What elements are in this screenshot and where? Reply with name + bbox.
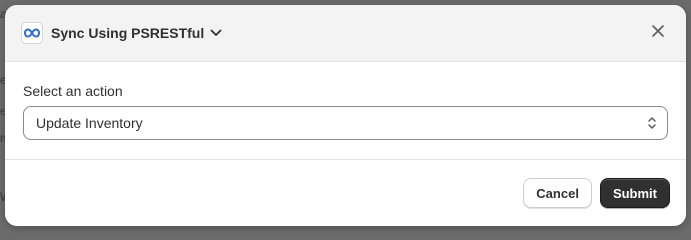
sync-modal: Sync Using PSRESTful Select an action Up… (5, 5, 686, 226)
action-select-value: Update Inventory (36, 115, 143, 131)
modal-header: Sync Using PSRESTful (5, 5, 686, 62)
action-select[interactable]: Update Inventory (23, 106, 668, 140)
select-arrows-icon (647, 115, 657, 131)
close-icon (651, 24, 665, 43)
modal-body: Select an action Update Inventory (5, 62, 686, 160)
submit-button[interactable]: Submit (599, 178, 670, 208)
modal-title: Sync Using PSRESTful (51, 25, 205, 41)
modal-footer: Cancel Submit (5, 160, 686, 226)
action-field-label: Select an action (23, 83, 123, 99)
chevron-down-icon (210, 29, 222, 37)
infinity-icon (21, 22, 43, 44)
close-button[interactable] (644, 19, 672, 47)
cancel-button[interactable]: Cancel (523, 178, 592, 208)
app-title-dropdown[interactable]: Sync Using PSRESTful (21, 22, 222, 44)
